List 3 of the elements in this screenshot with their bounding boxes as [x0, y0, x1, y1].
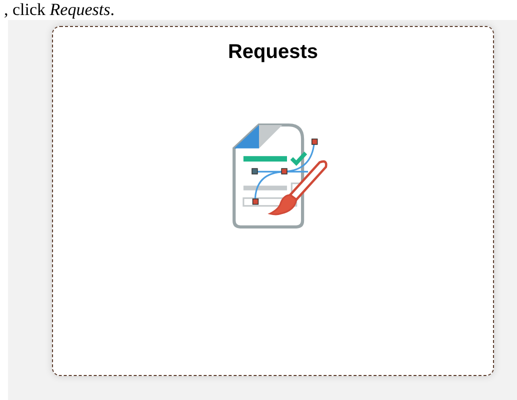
instruction-text: , click Requests.	[3, 0, 116, 20]
requests-tile[interactable]: Requests	[52, 26, 494, 376]
tile-title: Requests	[228, 41, 318, 64]
